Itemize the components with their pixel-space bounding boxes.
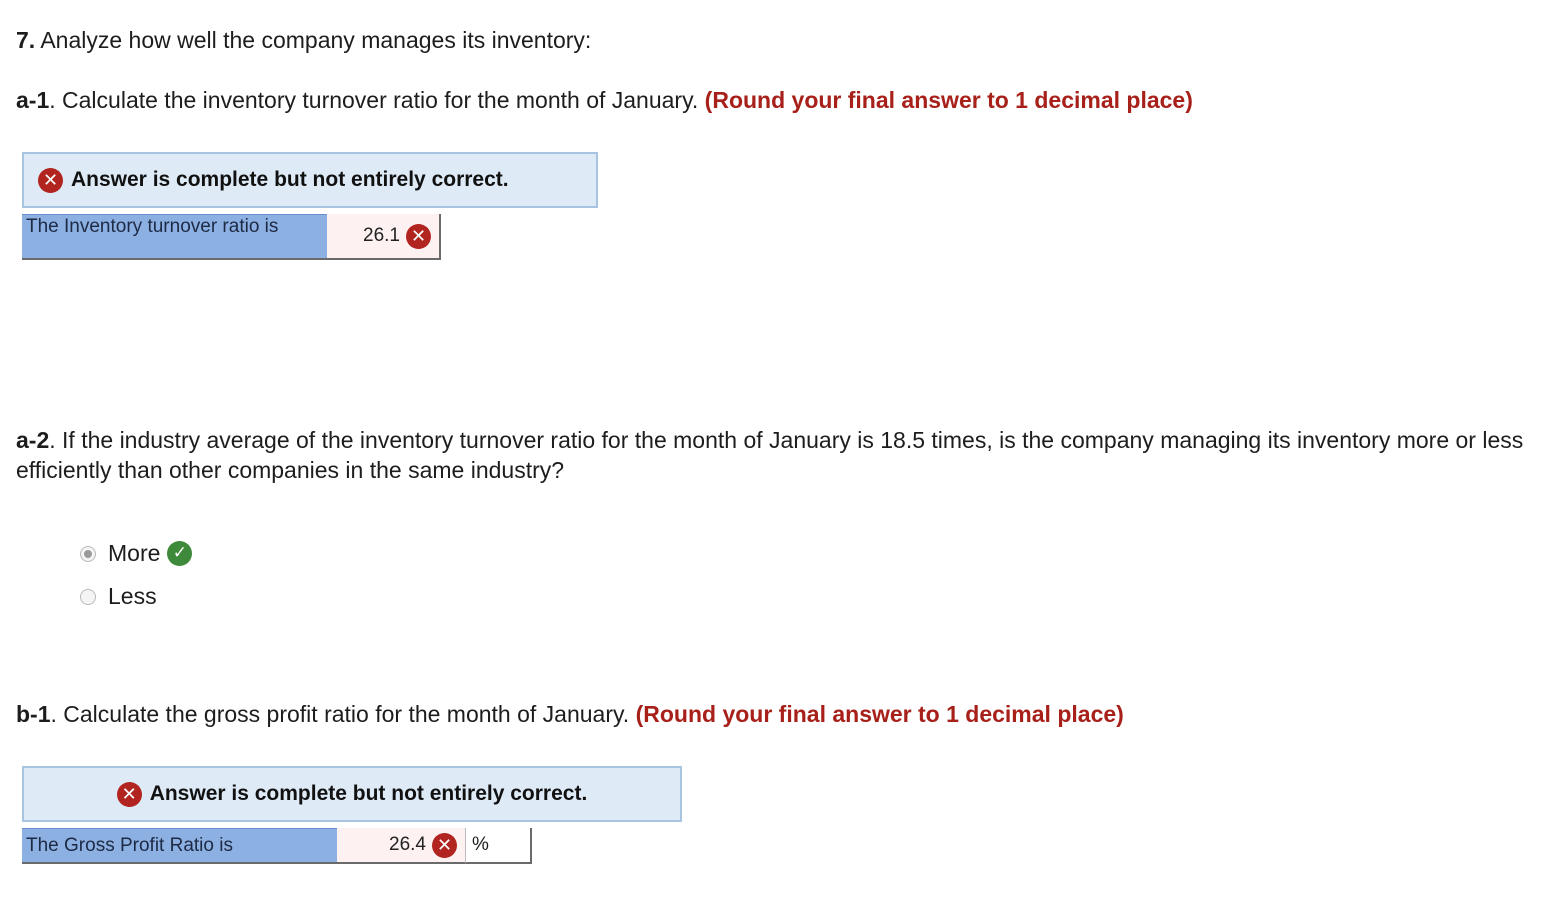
radio-label-more: More [108,540,161,566]
x-circle-icon: ✕ [116,781,142,807]
question-page: 7. Analyze how well the company manages … [0,0,1550,906]
part-b1-instruction: (Round your final answer to 1 decimal pl… [635,701,1124,727]
part-a1-instruction: (Round your final answer to 1 decimal pl… [704,87,1193,113]
x-circle-icon: ✕ [38,167,63,193]
part-b1-prompt: b-1. Calculate the gross profit ratio fo… [16,699,1124,729]
question-heading: 7. Analyze how well the company manages … [16,25,591,55]
radio-button-less[interactable] [80,588,96,605]
part-a2-label: a-2 [16,427,50,453]
part-b1-row-label: The Gross Profit Ratio is [22,828,337,864]
radio-option-more[interactable]: More ✓ [80,540,193,567]
part-a1-feedback-banner: ✕ Answer is complete but not entirely co… [22,152,598,208]
part-b1-label: b-1 [16,701,51,727]
part-a2-text: . If the industry average of the invento… [16,427,1524,483]
part-b1-text: . Calculate the gross profit ratio for t… [50,701,630,727]
part-b1-feedback-banner: ✕ Answer is complete but not entirely co… [22,766,682,822]
part-a1-answer-field[interactable]: 26.1 ✕ [327,214,441,260]
part-b1-banner-text: Answer is complete but not entirely corr… [149,782,588,805]
question-number: 7. [16,27,36,53]
part-b1-unit-cell: % [465,828,532,864]
part-a2-prompt: a-2. If the industry average of the inve… [16,425,1531,485]
part-a1-row-label: The Inventory turnover ratio is [22,214,327,260]
part-a1-answer-value: 26.1 [363,225,400,246]
part-a1-text: . Calculate the inventory turnover ratio… [49,87,699,113]
radio-button-more[interactable] [80,545,96,562]
percent-unit: % [472,834,489,855]
check-circle-icon: ✓ [167,541,193,566]
part-a1-prompt: a-1. Calculate the inventory turnover ra… [16,85,1193,115]
x-circle-icon: ✕ [432,832,457,858]
part-a1-label: a-1 [16,87,50,113]
part-b1-answer-value: 26.4 [389,834,426,855]
part-a1-banner-text: Answer is complete but not entirely corr… [71,168,509,191]
radio-label-less: Less [108,583,157,609]
x-circle-icon: ✕ [406,223,431,249]
part-b1-answer-field[interactable]: 26.4 ✕ [337,828,465,864]
radio-option-less[interactable]: Less [80,583,157,610]
question-text: Analyze how well the company manages its… [40,27,592,53]
